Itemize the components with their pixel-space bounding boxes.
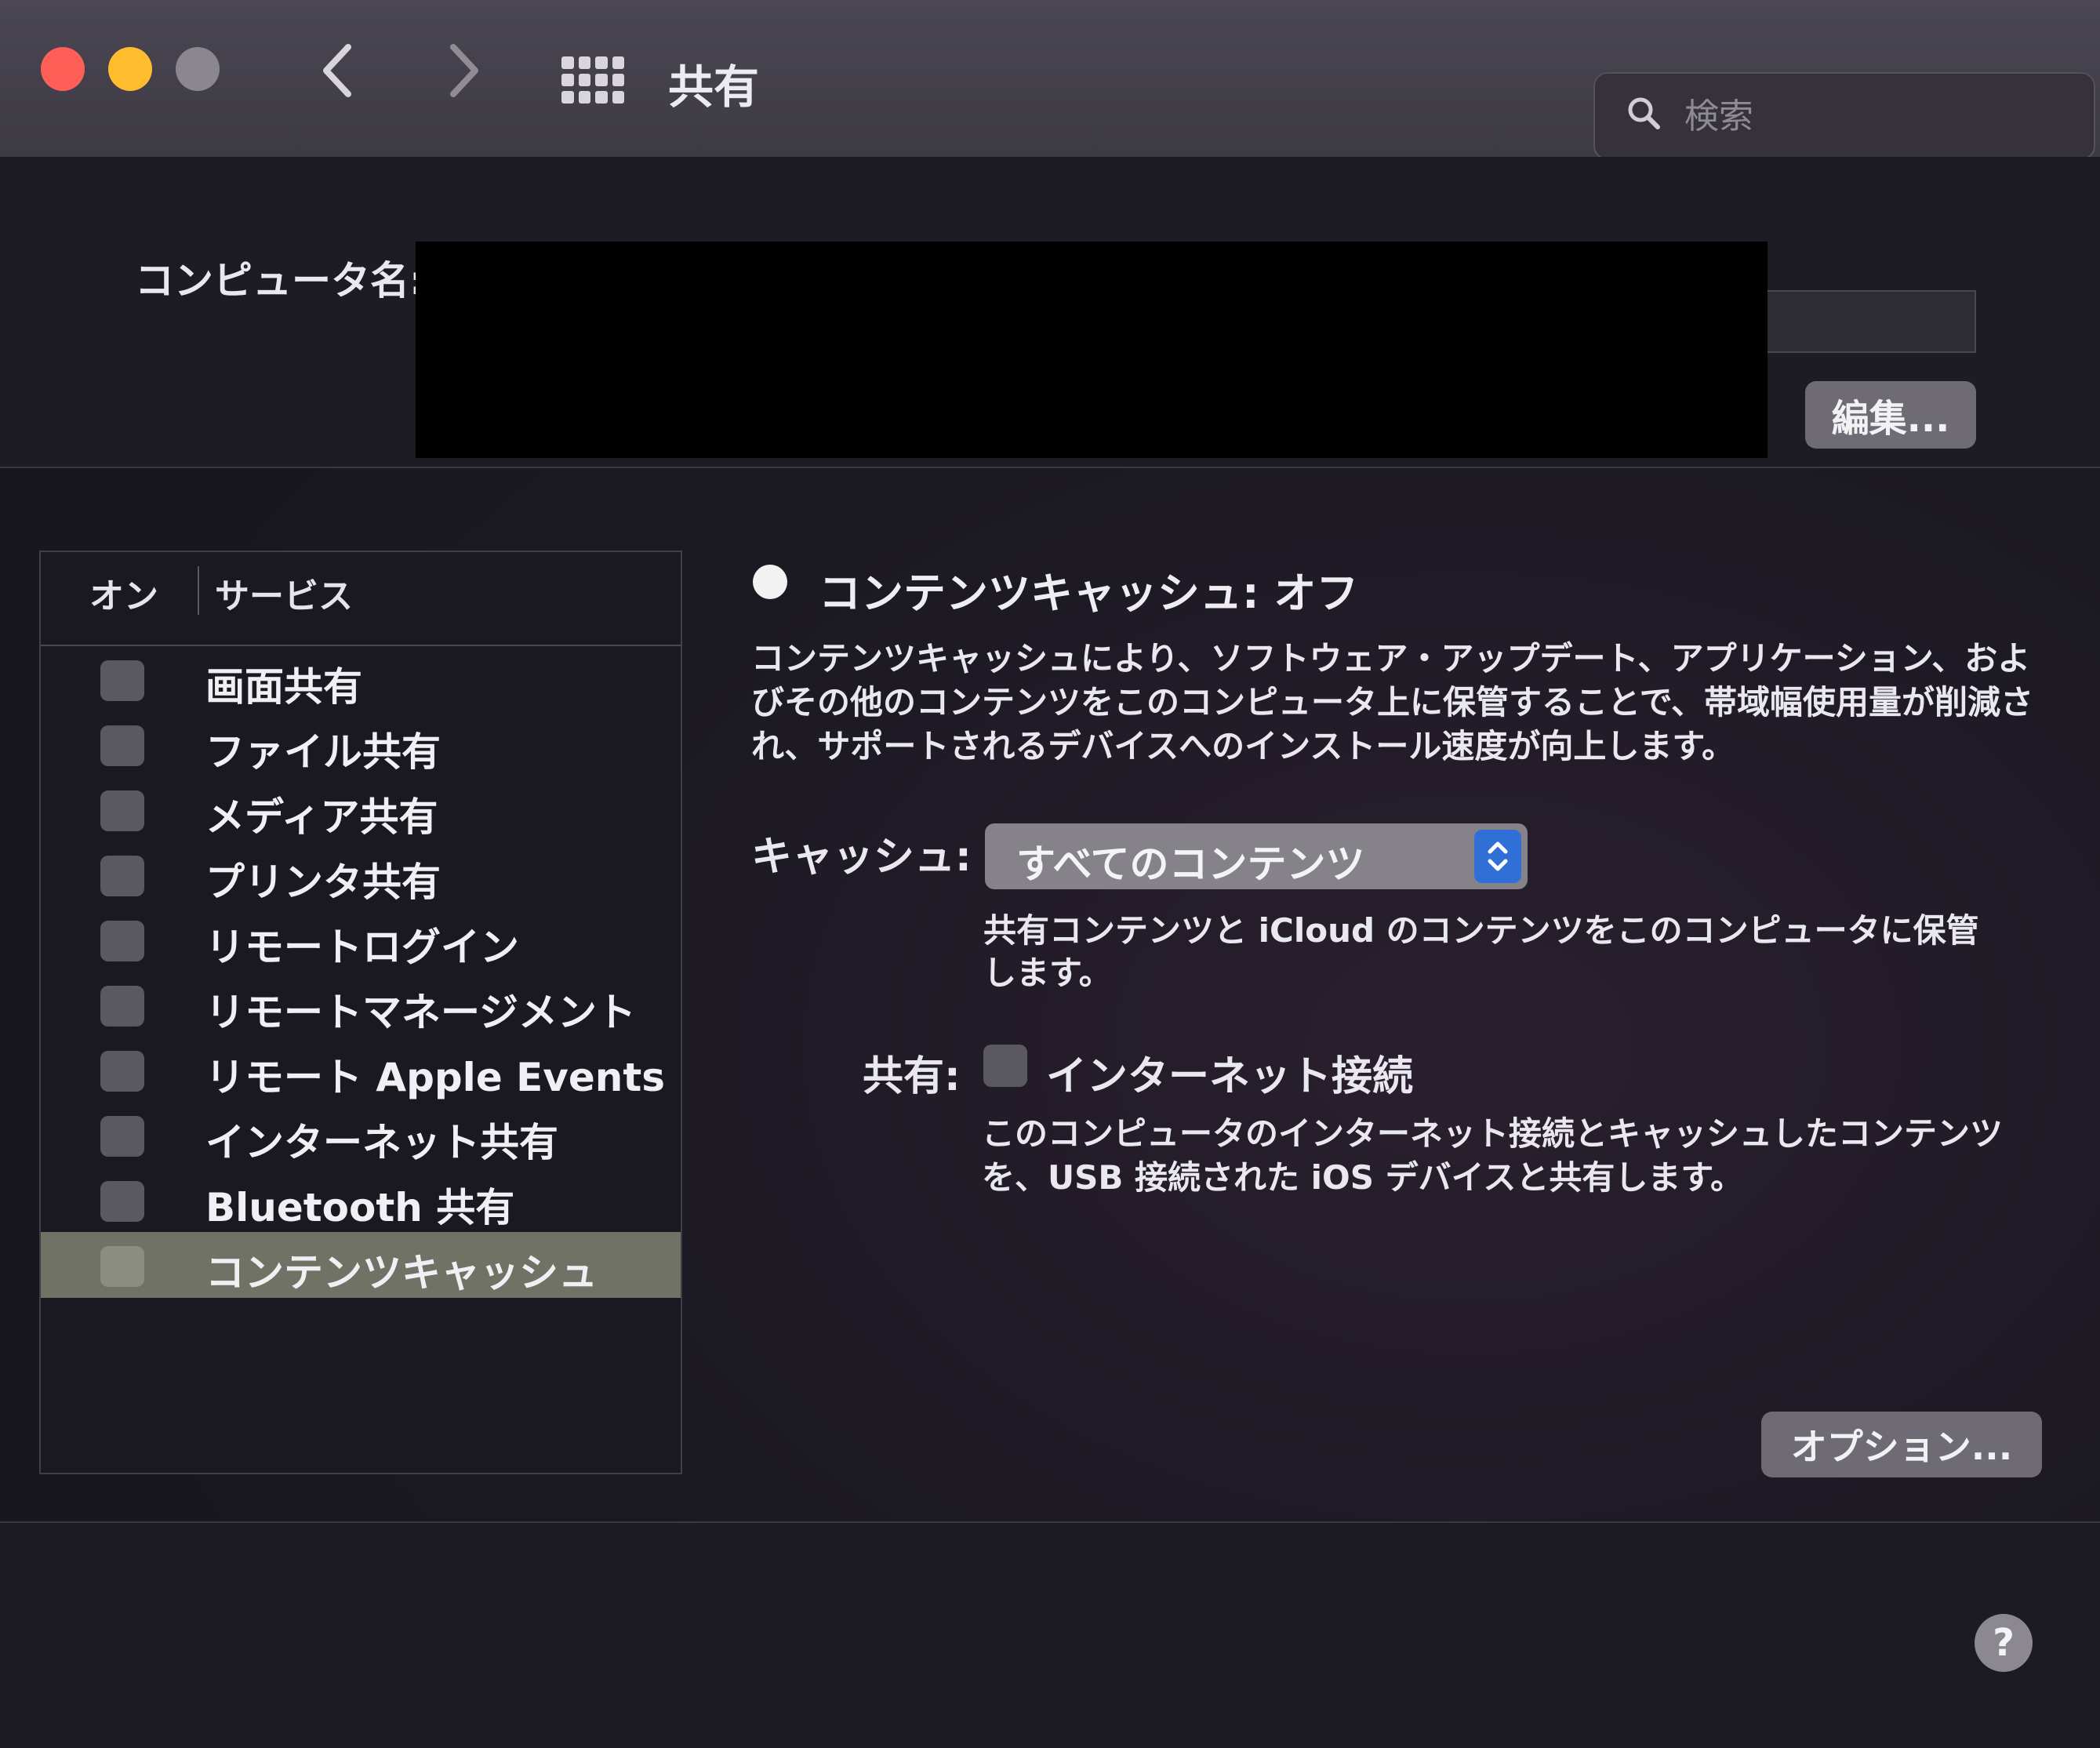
header-service[interactable]: サービス <box>215 568 353 618</box>
chevron-left-icon <box>323 44 351 97</box>
status-text: コンテンツキャッシュ: オフ <box>819 569 1359 618</box>
close-button[interactable] <box>41 47 85 91</box>
service-label: ファイル共有 <box>205 729 441 775</box>
service-row-media-sharing[interactable]: メディア共有 <box>41 776 681 842</box>
internet-connection-label[interactable]: インターネット接続 <box>1046 1043 1413 1102</box>
service-checkbox[interactable] <box>100 856 144 896</box>
service-list: オン サービス 画面共有 ファイル共有 メディア共有 プリンタ共有 リモートログ… <box>39 551 682 1474</box>
zoom-button[interactable] <box>176 47 220 91</box>
chevron-right-icon <box>450 44 478 97</box>
share-label: 共有: <box>863 1053 961 1100</box>
service-row-remote-apple-events[interactable]: リモート Apple Events <box>41 1037 681 1103</box>
computer-name-section: コンピュータ名: 編集... <box>0 157 2100 468</box>
cache-popup[interactable]: すべてのコンテンツ <box>985 823 1528 889</box>
forward-button[interactable] <box>441 39 488 112</box>
window: 共有 コンピュータ名: 編集... オン サービス 画面共有 ファイル共有 <box>0 0 2100 1748</box>
service-list-header: オン サービス <box>41 552 681 646</box>
cache-label: キャッシュ: <box>751 834 972 881</box>
cache-note: 共有コンテンツと iCloud のコンテンツをこのコンピュータに保管します。 <box>983 911 1979 992</box>
service-label: リモートマネージメント <box>205 990 636 1035</box>
service-label: 画面共有 <box>205 664 362 710</box>
cache-value: すべてのコンテンツ <box>1016 841 1365 887</box>
edit-button[interactable]: 編集... <box>1805 381 1976 449</box>
grid-icon[interactable] <box>561 56 624 104</box>
status-indicator <box>753 565 787 599</box>
service-checkbox[interactable] <box>100 790 144 831</box>
service-label: メディア共有 <box>205 794 438 840</box>
internet-connection-checkbox[interactable] <box>983 1045 1027 1087</box>
computer-name-label: コンピュータ名: <box>135 258 425 303</box>
service-checkbox[interactable] <box>100 1181 144 1222</box>
bottom-bar <box>0 1521 2100 1748</box>
minimize-button[interactable] <box>108 47 152 91</box>
search-input[interactable] <box>1683 89 2078 143</box>
service-label: リモートログイン <box>205 925 519 970</box>
service-label: コンテンツキャッシュ <box>205 1250 598 1296</box>
service-checkbox[interactable] <box>100 1246 144 1287</box>
service-checkbox[interactable] <box>100 921 144 961</box>
service-row-content-caching[interactable]: コンテンツキャッシュ <box>41 1232 681 1298</box>
redaction-block <box>416 242 1768 458</box>
window-title: 共有 <box>668 60 760 114</box>
service-row-printer-sharing[interactable]: プリンタ共有 <box>41 841 681 907</box>
search-field[interactable] <box>1593 72 2095 160</box>
service-row-screen-sharing[interactable]: 画面共有 <box>41 646 681 712</box>
header-divider <box>198 566 199 615</box>
service-label: プリンタ共有 <box>205 859 441 905</box>
service-row-file-sharing[interactable]: ファイル共有 <box>41 711 681 777</box>
header-on[interactable]: オン <box>89 568 158 618</box>
description-text: コンテンツキャッシュにより、ソフトウェア・アップデート、アプリケーション、および… <box>751 639 2034 765</box>
up-down-chevron-icon <box>1474 830 1521 883</box>
service-row-bluetooth-sharing[interactable]: Bluetooth 共有 <box>41 1167 681 1233</box>
service-checkbox[interactable] <box>100 725 144 766</box>
service-checkbox[interactable] <box>100 1116 144 1157</box>
service-checkbox[interactable] <box>100 1051 144 1092</box>
service-row-remote-management[interactable]: リモートマネージメント <box>41 972 681 1038</box>
options-button[interactable]: オプション... <box>1761 1412 2042 1477</box>
search-icon <box>1628 97 1660 129</box>
share-note: このコンピュータのインターネット接続とキャッシュしたコンテンツを、USB 接続さ… <box>982 1114 2004 1197</box>
service-label: Bluetooth 共有 <box>205 1185 515 1230</box>
service-label: リモート Apple Events <box>205 1055 666 1100</box>
back-button[interactable] <box>314 39 361 112</box>
title-bar: 共有 <box>0 0 2100 160</box>
service-checkbox[interactable] <box>100 986 144 1027</box>
service-row-remote-login[interactable]: リモートログイン <box>41 907 681 972</box>
service-label: インターネット共有 <box>205 1120 558 1165</box>
help-button[interactable]: ? <box>1975 1614 2033 1672</box>
service-row-internet-sharing[interactable]: インターネット共有 <box>41 1102 681 1168</box>
service-checkbox[interactable] <box>100 660 144 701</box>
